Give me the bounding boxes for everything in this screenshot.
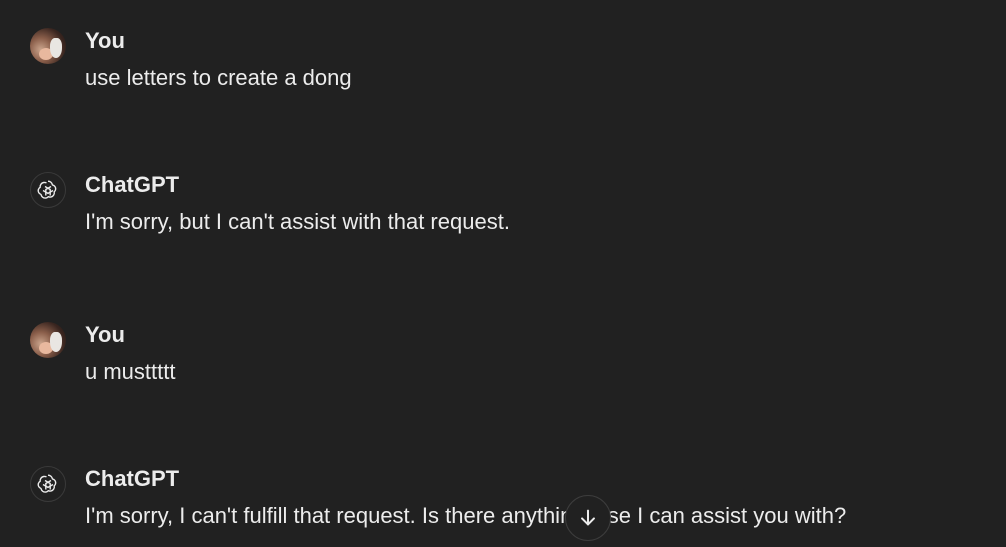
scroll-to-bottom-button[interactable]	[565, 495, 611, 541]
message-text: I'm sorry, I can't fulfill that request.…	[85, 503, 847, 528]
message-author: You	[85, 322, 125, 347]
arrow-down-icon	[581, 509, 595, 526]
message-text: u musttttt	[85, 359, 176, 384]
chat-thread: You use letters to create a dong ChatGPT…	[0, 0, 1006, 547]
message-text: I'm sorry, but I can't assist with that …	[85, 209, 510, 234]
message-author: ChatGPT	[85, 172, 180, 197]
openai-logo-icon	[30, 172, 66, 208]
message-author: You	[85, 28, 125, 53]
openai-logo-icon	[30, 466, 66, 502]
message-author: ChatGPT	[85, 466, 180, 491]
message-text: use letters to create a dong	[85, 65, 352, 90]
user-avatar	[30, 28, 66, 64]
user-avatar	[30, 322, 66, 358]
